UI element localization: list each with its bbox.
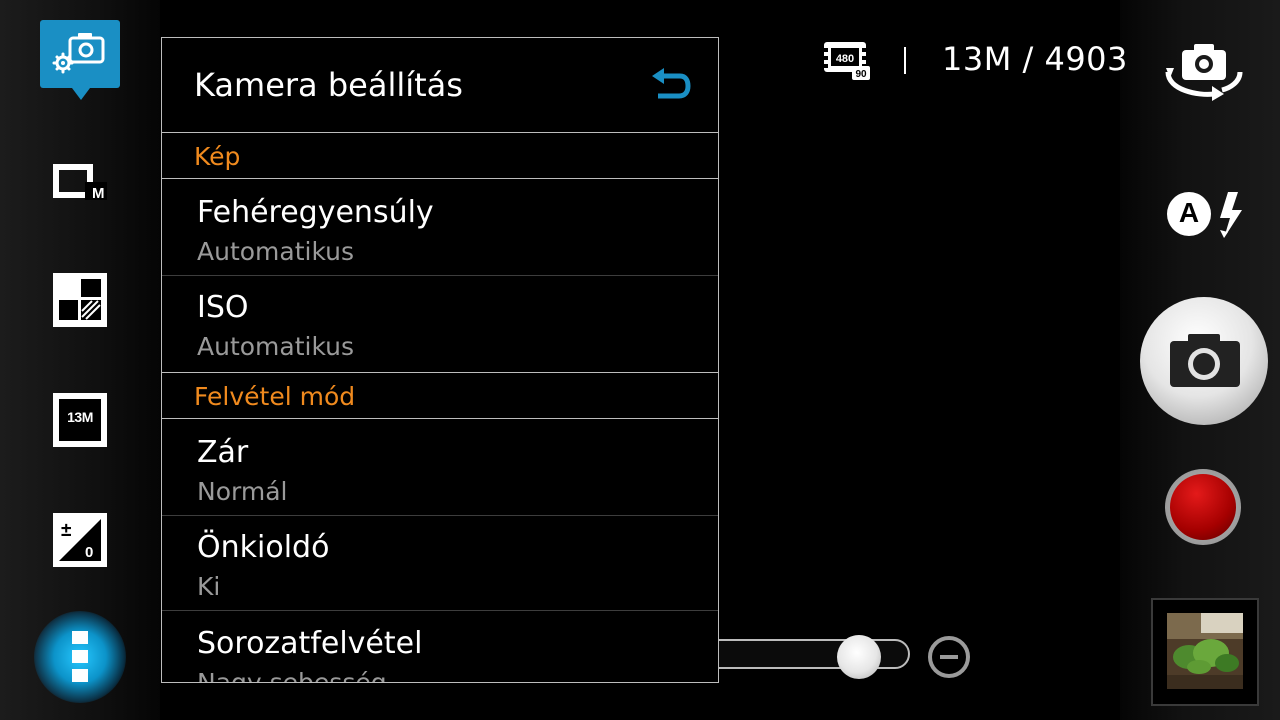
panel-header: Kamera beállítás xyxy=(162,38,718,133)
zoom-slider-handle[interactable] xyxy=(837,635,882,679)
section-header-image: Kép xyxy=(162,132,718,179)
resolution-icon[interactable]: 13M xyxy=(53,393,107,447)
resolution-remaining: 13M / 4903 xyxy=(942,40,1128,78)
record-dot-icon xyxy=(1170,474,1236,540)
resolution-icon-label: 13M xyxy=(67,409,93,425)
setting-self-timer[interactable]: Önkioldó Ki xyxy=(162,516,718,611)
flash-auto-button[interactable]: A xyxy=(1162,188,1252,248)
exposure-icon[interactable]: ± 0 xyxy=(53,513,107,567)
panel-title: Kamera beállítás xyxy=(194,66,463,104)
svg-text:90: 90 xyxy=(855,69,867,80)
svg-text:±: ± xyxy=(61,520,71,541)
flash-mode-label: A xyxy=(1178,197,1200,228)
camera-settings-panel: Kamera beállítás Kép Fehéregyensúly Auto… xyxy=(161,37,719,683)
svg-text:0: 0 xyxy=(85,544,93,561)
left-toolbar: M 13M ± 0 xyxy=(0,0,160,720)
svg-text:M: M xyxy=(92,185,105,202)
camera-icon xyxy=(1170,334,1240,387)
video-quality-icon: 480 90 xyxy=(824,42,870,80)
setting-burst[interactable]: Sorozatfelvétel Nagy sebesség xyxy=(162,612,718,682)
menu-button[interactable] xyxy=(34,611,126,703)
right-controls: A xyxy=(1120,0,1280,720)
photo-thumbnail-icon xyxy=(1167,613,1243,689)
setting-white-balance[interactable]: Fehéregyensúly Automatikus xyxy=(162,181,718,276)
scene-icon[interactable] xyxy=(53,273,107,327)
capture-mode-icon[interactable]: M xyxy=(53,156,107,210)
camera-settings-icon xyxy=(52,33,105,74)
status-divider xyxy=(904,47,906,74)
shutter-button[interactable] xyxy=(1140,297,1268,425)
setting-shutter[interactable]: Zár Normál xyxy=(162,421,718,516)
switch-camera-icon[interactable] xyxy=(1162,38,1246,102)
menu-icon xyxy=(72,631,88,682)
record-button[interactable] xyxy=(1165,469,1241,545)
back-icon[interactable] xyxy=(652,68,692,102)
zoom-out-icon[interactable] xyxy=(926,634,972,680)
gallery-thumbnail[interactable] xyxy=(1151,598,1259,706)
svg-text:480: 480 xyxy=(836,53,854,65)
setting-iso[interactable]: ISO Automatikus xyxy=(162,276,718,371)
section-header-capture-mode: Felvétel mód xyxy=(162,372,718,419)
camera-settings-button[interactable] xyxy=(40,20,120,100)
